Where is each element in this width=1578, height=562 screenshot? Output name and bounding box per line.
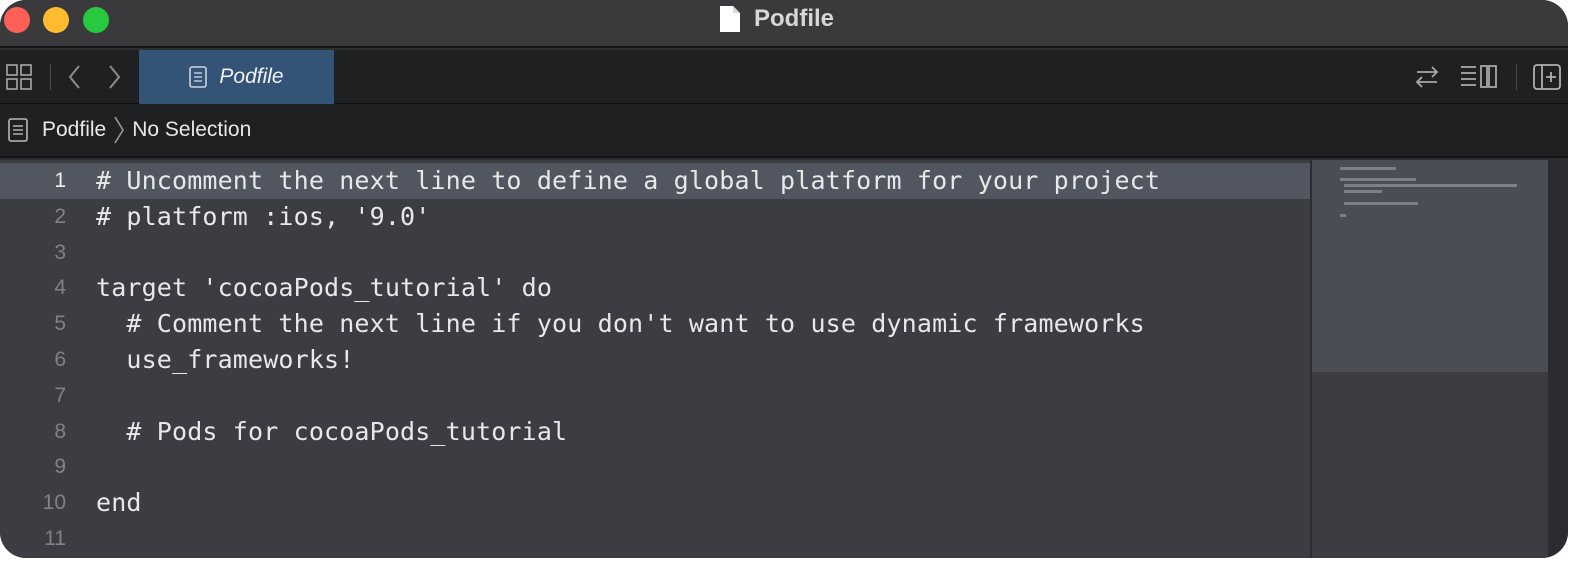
code-line[interactable]: 10 end bbox=[0, 485, 1310, 521]
minimap-line bbox=[1344, 202, 1418, 205]
breadcrumb-file[interactable]: Podfile bbox=[42, 118, 106, 142]
document-lines-icon bbox=[8, 118, 28, 142]
minimap-line bbox=[1344, 190, 1382, 193]
minimap-line bbox=[1344, 184, 1517, 187]
code-line[interactable]: 7 bbox=[0, 378, 1310, 414]
minimap-line bbox=[1340, 178, 1416, 181]
document-icon bbox=[720, 6, 740, 32]
code-line[interactable]: 8 # Pods for cocoaPods_tutorial bbox=[0, 414, 1310, 450]
line-number: 3 bbox=[54, 240, 66, 264]
line-number: 6 bbox=[54, 348, 66, 371]
minimap-line bbox=[1340, 167, 1396, 170]
code-line[interactable]: 3 bbox=[0, 235, 1310, 271]
title-bar: Podfile bbox=[0, 0, 1568, 48]
window-title-group: Podfile bbox=[718, 4, 834, 34]
line-number: 11 bbox=[44, 527, 66, 550]
code-text[interactable]: # Uncomment the next line to define a gl… bbox=[96, 163, 1160, 199]
code-line[interactable]: 1 # Uncomment the next line to define a g… bbox=[0, 163, 1310, 199]
swap-arrows-icon[interactable] bbox=[1413, 64, 1441, 90]
toolbar-divider bbox=[50, 64, 51, 90]
grid-icon[interactable] bbox=[6, 64, 32, 90]
line-number: 8 bbox=[54, 419, 66, 443]
tab-bar: Podfile bbox=[0, 50, 1568, 104]
breadcrumb-selection[interactable]: No Selection bbox=[132, 118, 251, 142]
window-title: Podfile bbox=[754, 5, 835, 32]
close-window-button[interactable] bbox=[4, 7, 30, 33]
code-line[interactable]: 9 bbox=[0, 449, 1310, 485]
tab-podfile[interactable]: Podfile bbox=[139, 50, 334, 104]
minimize-window-button[interactable] bbox=[43, 7, 69, 33]
line-number: 2 bbox=[54, 204, 66, 228]
tab-label: Podfile bbox=[219, 65, 284, 88]
line-number: 10 bbox=[42, 491, 66, 515]
code-text[interactable]: use_frameworks! bbox=[96, 342, 354, 378]
code-text[interactable]: end bbox=[96, 485, 142, 521]
line-number: 7 bbox=[54, 383, 66, 407]
code-text[interactable]: # Pods for cocoaPods_tutorial bbox=[96, 414, 567, 450]
code-text[interactable]: # Comment the next line if you don't wan… bbox=[96, 306, 1145, 342]
line-number: 1 bbox=[54, 169, 66, 192]
chevron-left-icon[interactable] bbox=[66, 64, 84, 90]
code-line[interactable]: 11 bbox=[0, 521, 1310, 557]
code-line[interactable]: 6 use_frameworks! bbox=[0, 342, 1310, 378]
jump-bar: Podfile No Selection bbox=[0, 104, 1568, 158]
code-line[interactable]: 5 # Comment the next line if you don't w… bbox=[0, 306, 1310, 342]
xcode-window: Podfile Podfile Podfile No Selection 1 #… bbox=[0, 0, 1568, 558]
minimap-line bbox=[1340, 214, 1346, 217]
vertical-scroll-gutter[interactable] bbox=[1548, 160, 1568, 558]
code-line[interactable]: 4 target 'cocoaPods_tutorial' do bbox=[0, 270, 1310, 306]
document-lines-icon bbox=[189, 66, 208, 88]
code-text[interactable]: # platform :ios, '9.0' bbox=[96, 199, 430, 235]
maximize-window-button[interactable] bbox=[83, 7, 109, 33]
toolbar-divider bbox=[1516, 64, 1517, 90]
add-editor-icon[interactable] bbox=[1533, 64, 1561, 90]
chevron-right-icon[interactable] bbox=[105, 64, 123, 90]
minimap[interactable] bbox=[1311, 160, 1549, 558]
line-number: 5 bbox=[54, 312, 66, 336]
line-number: 9 bbox=[54, 455, 66, 479]
code-text[interactable]: target 'cocoaPods_tutorial' do bbox=[96, 270, 552, 306]
code-line[interactable]: 2 # platform :ios, '9.0' bbox=[0, 199, 1310, 235]
inspector-lines-icon[interactable] bbox=[1460, 64, 1498, 90]
breadcrumb-chevron-icon bbox=[114, 116, 125, 144]
line-number: 4 bbox=[54, 276, 66, 300]
code-editor[interactable]: 1 # Uncomment the next line to define a g… bbox=[0, 160, 1310, 558]
